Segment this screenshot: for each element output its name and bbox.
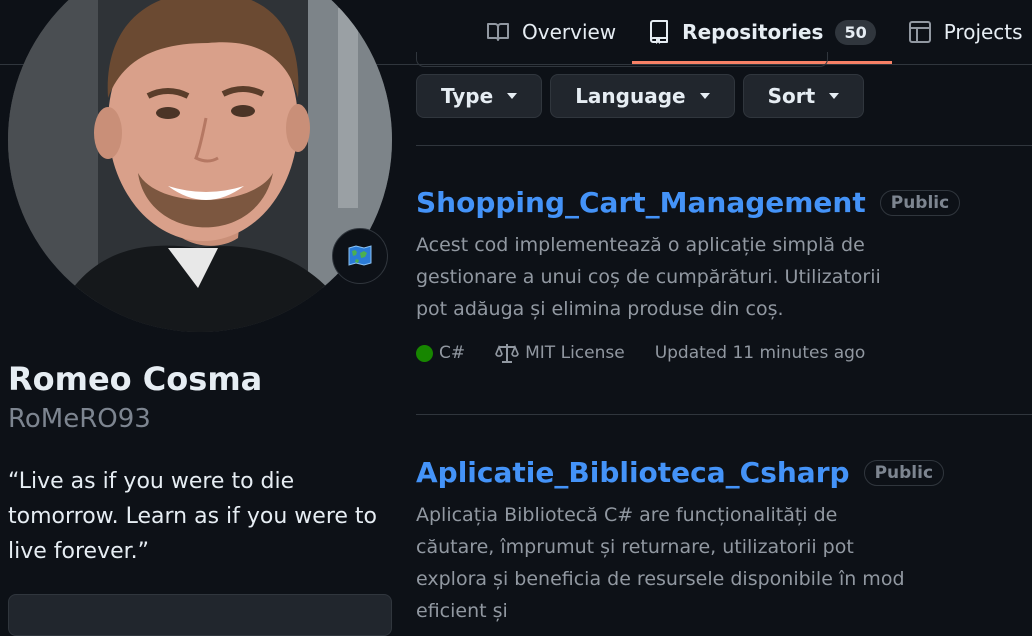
repo-language: C# <box>416 343 465 363</box>
tab-overview-label: Overview <box>522 20 617 44</box>
profile-name: Romeo Cosma <box>8 360 263 398</box>
chevron-down-icon <box>507 93 518 99</box>
type-filter-label: Type <box>441 84 494 108</box>
status-emoji-button[interactable] <box>332 228 388 284</box>
sort-filter-label: Sort <box>767 84 816 108</box>
repo-description: Aplicația Bibliotecă C# are funcționalit… <box>416 504 905 622</box>
avatar[interactable] <box>8 0 392 332</box>
visibility-badge: Public <box>863 459 945 486</box>
repo-filters: Type Language Sort <box>416 74 865 118</box>
book-icon <box>487 23 509 41</box>
visibility-badge: Public <box>879 189 961 216</box>
search-input-edge[interactable] <box>416 52 828 67</box>
list-item: Aplicatie_Biblioteca_Csharp Public Aplic… <box>416 456 1016 627</box>
repo-description: Acest cod implementează o aplicație simp… <box>416 234 881 320</box>
list-divider <box>416 145 1032 146</box>
repositories-count-badge: 50 <box>835 19 876 45</box>
tab-projects-label: Projects <box>943 20 1023 44</box>
list-divider <box>416 414 1032 415</box>
repo-license[interactable]: MIT License <box>495 343 625 363</box>
repo-license-label: MIT License <box>525 343 625 363</box>
repo-language-label: C# <box>439 343 466 363</box>
repo-link[interactable]: Aplicatie_Biblioteca_Csharp <box>416 456 850 489</box>
chevron-down-icon <box>699 93 710 99</box>
law-scale-icon <box>495 344 519 363</box>
table-icon <box>908 21 931 43</box>
list-item: Shopping_Cart_Management Public Acest co… <box>416 186 1016 363</box>
world-map-icon <box>348 245 372 266</box>
repo-icon <box>650 20 669 44</box>
type-filter-button[interactable]: Type <box>416 74 543 118</box>
language-filter-button[interactable]: Language <box>550 74 735 118</box>
repo-updated: Updated 11 minutes ago <box>654 343 866 363</box>
edit-profile-button[interactable] <box>8 594 392 636</box>
language-filter-label: Language <box>575 84 686 108</box>
tab-projects[interactable]: Projects <box>892 0 1032 64</box>
profile-bio: “Live as if you were to die tomorrow. Le… <box>8 469 378 564</box>
repo-link[interactable]: Shopping_Cart_Management <box>416 186 866 219</box>
tab-repositories-label: Repositories <box>682 20 824 44</box>
profile-username: RoMeRO93 <box>8 404 151 434</box>
sort-filter-button[interactable]: Sort <box>742 74 865 118</box>
language-color-dot <box>416 344 433 362</box>
chevron-down-icon <box>829 93 840 99</box>
